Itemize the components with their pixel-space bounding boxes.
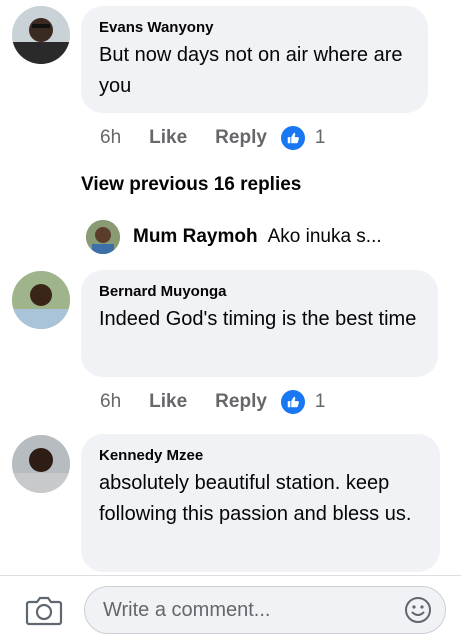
like-button[interactable]: Like	[149, 391, 187, 413]
comment-text: But now days not on air where are you	[99, 44, 403, 97]
avatar[interactable]	[12, 6, 70, 64]
thumbs-up-icon[interactable]	[280, 126, 305, 150]
reply-button[interactable]: Reply	[215, 127, 267, 149]
reply-button[interactable]: Reply	[215, 391, 267, 413]
comment-actions: 6h Like Reply 1	[100, 125, 326, 151]
avatar[interactable]	[12, 435, 70, 493]
camera-icon[interactable]	[25, 594, 63, 626]
comment-timestamp[interactable]: 6h	[100, 127, 121, 149]
reply-snippet: Ako inuka s...	[267, 226, 382, 247]
comment-input[interactable]	[101, 597, 395, 623]
smiley-icon[interactable]	[403, 595, 433, 625]
comment-author[interactable]: Kennedy Mzee	[99, 446, 422, 466]
reply-preview[interactable]: Mum Raymoh Ako inuka s...	[86, 220, 382, 254]
comment-timestamp[interactable]: 6h	[100, 391, 121, 413]
like-button[interactable]: Like	[149, 127, 187, 149]
thumbs-up-icon[interactable]	[280, 390, 305, 414]
avatar	[86, 220, 120, 254]
comment-text: absolutely beautiful station. keep follo…	[99, 472, 412, 525]
divider	[0, 575, 461, 576]
comment-author[interactable]: Bernard Muyonga	[99, 282, 420, 302]
comment-composer[interactable]	[84, 586, 446, 634]
view-previous-replies-link[interactable]: View previous 16 replies	[81, 174, 301, 196]
comment-bubble: Kennedy Mzee absolutely beautiful statio…	[81, 434, 440, 572]
comment-bubble: Evans Wanyony But now days not on air wh…	[81, 6, 428, 113]
comment-bubble: Bernard Muyonga Indeed God's timing is t…	[81, 270, 438, 377]
avatar[interactable]	[12, 271, 70, 329]
reply-author: Mum Raymoh	[133, 226, 258, 247]
reaction-count[interactable]: 1	[315, 391, 326, 413]
comment-actions: 6h Like Reply 1	[100, 389, 326, 415]
reaction-count[interactable]: 1	[315, 127, 326, 149]
comment-author[interactable]: Evans Wanyony	[99, 18, 410, 38]
comment-text: Indeed God's timing is the best time	[99, 308, 417, 330]
